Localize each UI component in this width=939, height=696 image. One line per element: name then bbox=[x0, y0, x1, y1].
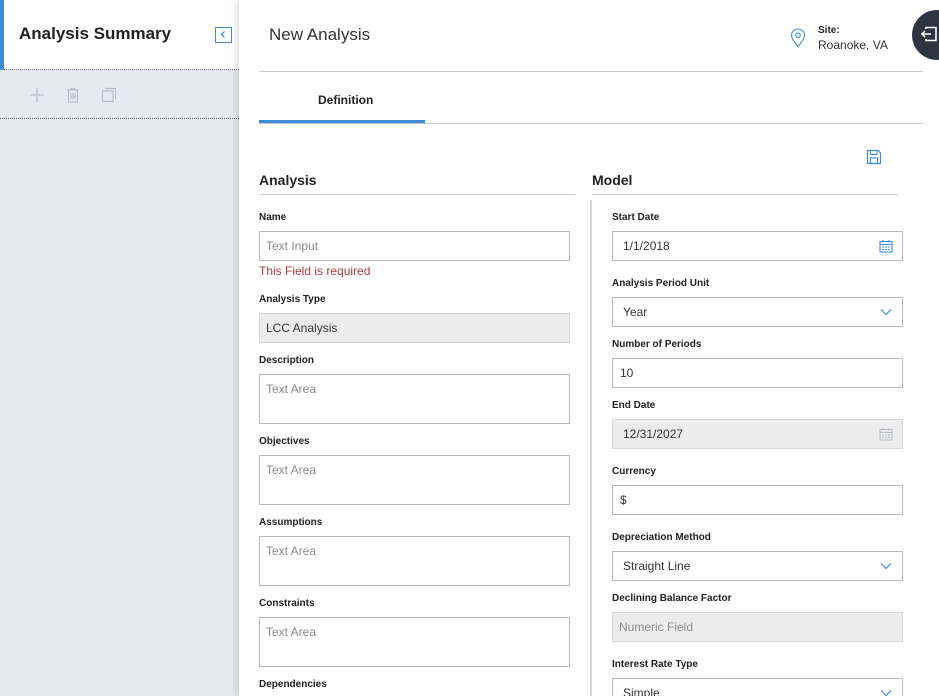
end-date-field: 12/31/2027 bbox=[612, 419, 903, 449]
site-value: Roanoke, VA bbox=[818, 38, 888, 52]
copy-icon[interactable] bbox=[101, 87, 117, 103]
calendar-icon bbox=[879, 428, 893, 441]
currency-label: Currency bbox=[612, 466, 656, 477]
period-unit-label: Analysis Period Unit bbox=[612, 278, 710, 289]
assumptions-label: Assumptions bbox=[259, 517, 323, 528]
objectives-textarea[interactable]: Text Area bbox=[259, 455, 570, 505]
depreciation-select[interactable]: Straight Line bbox=[612, 551, 903, 581]
declining-factor-field: Numeric Field bbox=[612, 612, 903, 642]
chevron-down-icon bbox=[880, 690, 892, 696]
period-unit-select[interactable]: Year bbox=[612, 297, 903, 327]
delete-icon[interactable] bbox=[65, 87, 81, 103]
tab-definition[interactable]: Definition bbox=[259, 90, 425, 124]
save-icon[interactable] bbox=[866, 149, 882, 165]
right-panel: New Analysis Site: Roanoke, VA Definitio… bbox=[239, 0, 939, 696]
interest-rate-type-label: Interest Rate Type bbox=[612, 659, 698, 670]
name-input[interactable]: Text Input bbox=[259, 231, 570, 261]
description-label: Description bbox=[259, 355, 315, 366]
header-divider bbox=[259, 71, 923, 72]
dependencies-label: Dependencies bbox=[259, 679, 327, 690]
left-toolbar bbox=[0, 70, 239, 119]
site-label: Site: bbox=[818, 25, 840, 36]
model-section-divider bbox=[592, 194, 898, 195]
objectives-label: Objectives bbox=[259, 436, 310, 447]
analysis-section-divider bbox=[259, 194, 575, 195]
chevron-down-icon bbox=[880, 309, 892, 316]
analysis-type-label: Analysis Type bbox=[259, 294, 326, 305]
left-panel-title: Analysis Summary bbox=[19, 24, 172, 43]
add-icon[interactable] bbox=[29, 87, 45, 103]
exit-icon bbox=[920, 26, 937, 42]
interest-rate-type-select[interactable]: Simple bbox=[612, 678, 903, 696]
analysis-section-title: Analysis bbox=[259, 172, 317, 188]
num-periods-label: Number of Periods bbox=[612, 339, 702, 350]
declining-factor-label: Declining Balance Factor bbox=[612, 593, 732, 604]
analysis-type-field: LCC Analysis bbox=[259, 313, 570, 343]
page-title: New Analysis bbox=[269, 25, 371, 44]
end-date-label: End Date bbox=[612, 400, 656, 411]
num-periods-input[interactable]: 10 bbox=[612, 358, 903, 388]
depreciation-value: Straight Line bbox=[623, 559, 691, 573]
left-header: Analysis Summary bbox=[0, 0, 239, 70]
name-label: Name bbox=[259, 212, 287, 223]
start-date-label: Start Date bbox=[612, 212, 660, 223]
model-section-title: Model bbox=[592, 172, 633, 188]
chevron-left-icon bbox=[220, 31, 225, 38]
depreciation-label: Depreciation Method bbox=[612, 532, 711, 543]
collapse-panel-button[interactable] bbox=[215, 27, 232, 43]
tab-divider bbox=[259, 123, 923, 124]
chevron-down-icon bbox=[880, 563, 892, 570]
column-divider bbox=[590, 200, 592, 696]
left-panel: Analysis Summary bbox=[0, 0, 239, 696]
navigation-button[interactable] bbox=[912, 10, 939, 60]
start-date-value: 1/1/2018 bbox=[623, 239, 670, 253]
start-date-input[interactable]: 1/1/2018 bbox=[612, 231, 903, 261]
period-unit-value: Year bbox=[623, 305, 648, 319]
currency-input[interactable]: $ bbox=[612, 485, 903, 515]
constraints-label: Constraints bbox=[259, 598, 315, 609]
name-error-message: This Field is required bbox=[259, 264, 371, 278]
calendar-icon[interactable] bbox=[879, 239, 893, 253]
assumptions-textarea[interactable]: Text Area bbox=[259, 536, 570, 586]
tab-label: Definition bbox=[318, 93, 374, 107]
end-date-value: 12/31/2027 bbox=[623, 427, 684, 441]
description-textarea[interactable]: Text Area bbox=[259, 374, 570, 424]
constraints-textarea[interactable]: Text Area bbox=[259, 617, 570, 667]
interest-rate-type-value: Simple bbox=[623, 686, 660, 696]
location-pin-icon bbox=[790, 28, 806, 48]
left-accent-bar bbox=[0, 0, 4, 70]
